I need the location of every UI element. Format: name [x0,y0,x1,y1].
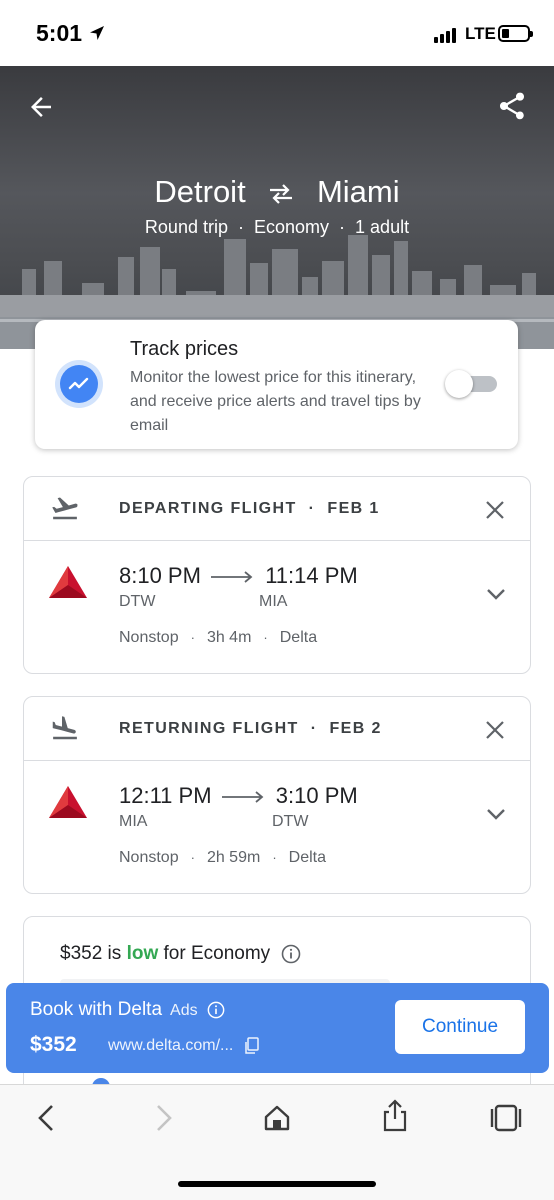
chevron-down-icon[interactable] [485,807,507,821]
duration: 3h 4m [206,629,252,646]
flight-times: 12:11 PM 3:10 PM [119,783,358,809]
trip-type: Round trip [144,217,228,237]
share-icon[interactable] [496,90,528,122]
booking-price: $352 [30,1033,77,1056]
arrow-back-icon[interactable] [26,92,56,122]
insight-suffix: for Economy [158,943,271,964]
delta-logo [49,566,87,598]
info-icon[interactable] [281,944,301,964]
separator: · [308,500,316,517]
separator: · [263,630,268,645]
track-prices-toggle[interactable] [445,370,497,398]
separator: · [190,630,195,645]
destination-city: Miami [316,174,400,209]
battery-icon [498,25,533,42]
tabs-icon[interactable] [490,1103,522,1133]
cellular-signal-icon [434,28,456,43]
airline: Delta [279,629,318,646]
returning-flight-label: RETURNING FLIGHT · FEB 2 [119,720,382,738]
stops: Nonstop [119,629,179,646]
flight-meta: Nonstop · 3h 4m · Delta [119,629,317,647]
ads-label: Ads [170,1002,198,1019]
passenger-count: 1 adult [355,217,410,237]
flight-meta: Nonstop · 2h 59m · Delta [119,849,326,867]
price-insight-text: $352 is low for Economy [60,943,301,965]
location-arrow-icon [90,26,104,40]
flight-land-icon [52,716,77,740]
booking-bar[interactable]: Book with Delta Ads $352 www.delta.com/..… [6,983,549,1073]
swap-arrows-icon[interactable] [266,183,296,205]
booking-url-text: www.delta.com/... [108,1037,234,1055]
flight-direction: DEPARTING FLIGHT [119,500,297,517]
arrow-right-icon [211,571,253,583]
stops: Nonstop [119,849,179,866]
separator: · [310,720,318,737]
separator: · [339,217,346,237]
booking-url[interactable]: www.delta.com/... [108,1037,260,1055]
departing-flight-header: DEPARTING FLIGHT · FEB 1 [24,477,530,541]
chevron-left-icon[interactable] [36,1103,58,1133]
chevron-down-icon[interactable] [485,587,507,601]
duration: 2h 59m [206,849,261,866]
info-icon[interactable] [207,1001,225,1019]
track-prices-card: Track prices Monitor the lowest price fo… [35,320,518,449]
booking-provider: Book with Delta [30,999,163,1020]
copy-link-icon[interactable] [244,1037,260,1055]
insight-is: is [102,943,127,964]
depart-time: 8:10 PM [119,563,201,588]
trip-details: Round trip · Economy · 1 adult [0,217,554,238]
trip-header: Detroit Miami Round trip · Economy · 1 adult [0,66,554,349]
separator: · [190,850,195,865]
returning-flight-header: RETURNING FLIGHT · FEB 2 [24,697,530,761]
share-sheet-icon[interactable] [380,1099,410,1133]
close-icon[interactable] [484,719,506,741]
home-icon[interactable] [262,1103,292,1133]
status-bar: 5:01 LTE [0,0,554,66]
arrive-time: 3:10 PM [275,783,358,808]
flight-takeoff-icon [52,497,78,520]
price-level: low [126,943,159,964]
airline: Delta [288,849,327,866]
booking-title: Book with Delta Ads [30,999,225,1021]
arrive-time: 11:14 PM [265,563,358,588]
arrow-right-icon [221,791,264,803]
origin-airport-code: MIA [119,813,148,830]
page: 5:01 LTE Detroit Miami Round trip · Econ… [0,0,554,1200]
browser-toolbar [0,1084,554,1200]
flight-date: FEB 1 [327,500,380,517]
flight-direction: RETURNING FLIGHT [119,720,299,737]
continue-button[interactable]: Continue [395,1000,525,1054]
route-title: Detroit Miami [0,174,554,210]
toggle-knob [445,370,473,398]
track-prices-title: Track prices [130,338,239,360]
status-time: 5:01 [36,20,83,46]
home-indicator [178,1181,376,1187]
departing-flight-label: DEPARTING FLIGHT · FEB 1 [119,500,380,518]
destination-airport-code: MIA [259,593,288,610]
depart-time: 12:11 PM [119,783,212,808]
flight-times: 8:10 PM 11:14 PM [119,563,358,589]
flight-date: FEB 2 [329,720,382,737]
separator: · [237,217,244,237]
insight-price: $352 [60,943,103,964]
close-icon[interactable] [484,499,506,521]
track-prices-description: Monitor the lowest price for this itiner… [130,369,421,434]
trending-icon [55,360,103,408]
origin-city: Detroit [154,174,246,209]
departing-flight-card: DEPARTING FLIGHT · FEB 1 8:10 PM 11:14 PM … [23,476,531,674]
returning-flight-card: RETURNING FLIGHT · FEB 2 12:11 PM 3:10 PM … [23,696,531,894]
chevron-right-icon[interactable] [152,1103,174,1133]
delta-logo [49,786,87,818]
origin-airport-code: DTW [119,593,156,610]
cabin-class: Economy [253,217,330,237]
destination-airport-code: DTW [272,813,309,830]
network-type: LTE [465,24,496,43]
separator: · [272,850,277,865]
